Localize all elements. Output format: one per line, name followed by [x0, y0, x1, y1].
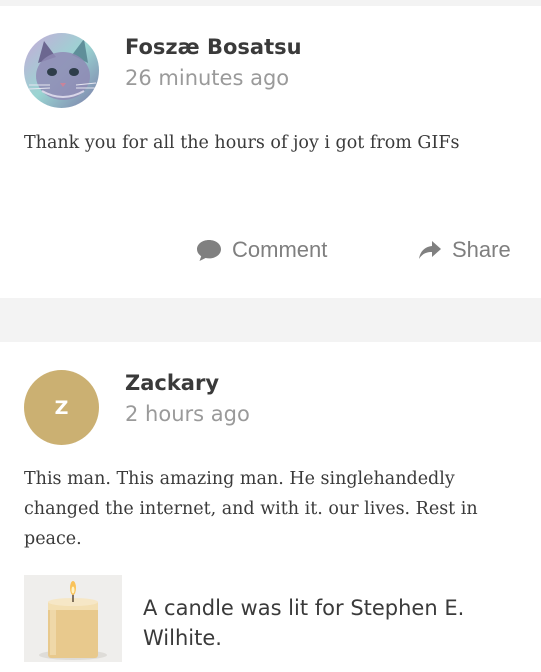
share-icon: [418, 238, 442, 262]
cat-avatar-icon[interactable]: [24, 33, 99, 108]
comment-button[interactable]: Comment: [196, 237, 327, 263]
share-button[interactable]: Share: [418, 237, 511, 263]
post-author[interactable]: Zackary: [125, 371, 219, 395]
avatar-letter: Z: [54, 396, 69, 419]
post-card: Z Zackary 2 hours ago This man. This ama…: [0, 342, 541, 672]
post-author[interactable]: Foszæ Bosatsu: [125, 35, 302, 59]
comment-icon: [196, 238, 222, 262]
post-text: Thank you for all the hours of joy i got…: [24, 133, 460, 153]
comment-label: Comment: [232, 237, 328, 262]
share-label: Share: [452, 237, 511, 262]
post-timestamp: 26 minutes ago: [125, 66, 290, 90]
post-timestamp: 2 hours ago: [125, 402, 250, 426]
candle-message: A candle was lit for Stephen E. Wilhite.: [143, 596, 465, 650]
post-card: Foszæ Bosatsu 26 minutes ago Thank you f…: [0, 6, 541, 298]
post-text: This man. This amazing man. He singlehan…: [24, 469, 478, 549]
avatar[interactable]: Z: [24, 370, 99, 445]
candle-icon: [24, 575, 122, 662]
